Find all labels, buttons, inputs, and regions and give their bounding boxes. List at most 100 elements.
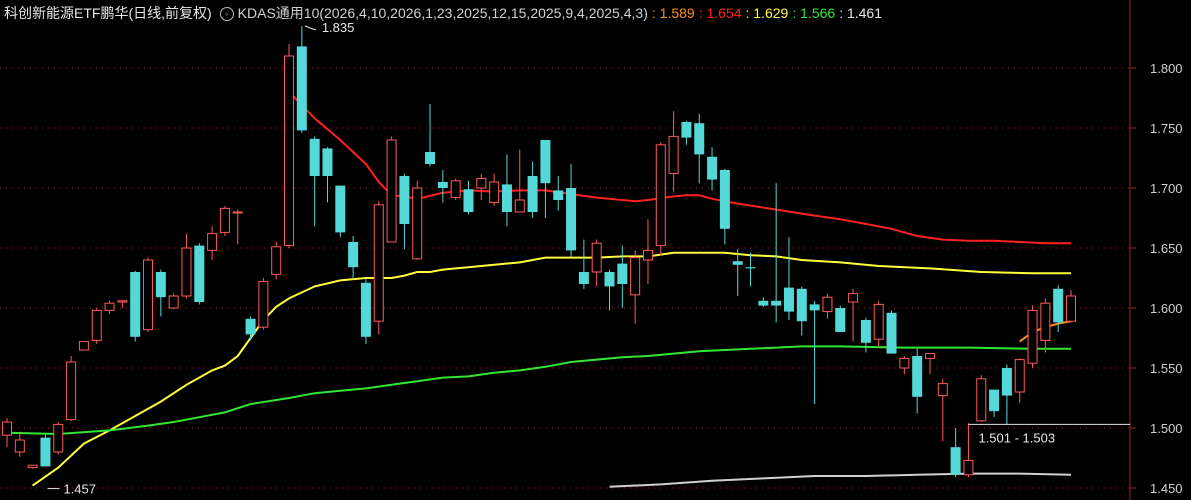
candle-up: [1040, 302, 1051, 341]
indicator-lines: [6, 91, 1072, 488]
candle-up: [91, 309, 102, 341]
candle-down: [553, 190, 564, 200]
candle-up: [232, 211, 243, 214]
y-tick-label: 1.450: [1150, 481, 1183, 496]
indicator-value: : 1.629: [745, 5, 789, 21]
candle-down: [322, 148, 333, 176]
candle-down: [617, 263, 628, 284]
candle-up: [873, 303, 884, 340]
candle-up: [181, 247, 192, 297]
candle-up: [642, 249, 653, 261]
candle-up: [1014, 359, 1025, 393]
price-annotation: 1.457: [63, 482, 96, 497]
candle-up: [386, 139, 397, 243]
candle-up: [117, 300, 128, 303]
candle-down: [694, 123, 705, 155]
y-tick-label: 1.500: [1150, 421, 1183, 436]
candle-up: [822, 296, 833, 313]
candles: [2, 26, 1076, 478]
candle-down: [360, 282, 371, 337]
candle-down: [783, 287, 794, 312]
candle-up: [2, 421, 12, 436]
candle-up: [207, 233, 218, 251]
candle-up: [27, 464, 38, 469]
candle-up: [476, 177, 487, 189]
candle-up: [655, 144, 666, 247]
annotation-arrow: [304, 25, 317, 31]
candle-down: [501, 184, 512, 212]
candle-up: [258, 281, 269, 328]
candle-up: [976, 378, 987, 422]
candlestick-chart[interactable]: 1.8351.4571.501 - 1.503 1.8001.7501.7001…: [0, 0, 1191, 500]
candle-down: [463, 189, 474, 212]
candle-down: [835, 308, 846, 332]
settings-circle-icon[interactable]: ◦: [219, 7, 234, 21]
candle-down: [796, 288, 807, 322]
candle-up: [78, 341, 89, 351]
indicator-value: : 1.589: [651, 5, 695, 21]
candle-up: [53, 423, 64, 453]
candle-down: [950, 447, 961, 475]
candle-down: [399, 176, 410, 224]
candle-up: [514, 199, 525, 213]
candle-down: [719, 170, 730, 229]
y-tick-label: 1.550: [1150, 361, 1183, 376]
candle-down: [912, 356, 923, 397]
candle-up: [924, 353, 935, 359]
candle-down: [809, 304, 820, 311]
candle-down: [989, 389, 1000, 412]
price-grid: [0, 0, 1131, 500]
candle-down: [566, 188, 577, 251]
y-tick-label: 1.800: [1150, 61, 1183, 76]
candle-up: [489, 181, 500, 203]
candle-down: [245, 318, 256, 335]
candle-down: [40, 437, 51, 467]
candle-up: [668, 135, 679, 175]
candle-up: [143, 259, 154, 331]
candle-up: [219, 207, 230, 233]
indicator-value: : 1.566: [792, 5, 836, 21]
candle-up: [450, 180, 461, 199]
candle-down: [348, 242, 359, 268]
candle-up: [168, 295, 179, 309]
candle-up: [14, 439, 25, 453]
indicator-value: : 1.654: [698, 5, 742, 21]
candle-up: [104, 302, 115, 311]
candle-down: [540, 140, 551, 184]
candle-down: [886, 312, 897, 354]
indicator-value: : 1.461: [839, 5, 883, 21]
indicator-label[interactable]: KDAS通用10(2026,4,10,2026,1,23,2025,12,15,…: [238, 5, 648, 21]
y-tick-label: 1.600: [1150, 301, 1183, 316]
candle-down: [130, 272, 141, 337]
candle-up: [373, 204, 384, 322]
y-tick-label: 1.750: [1150, 121, 1183, 136]
candle-up: [963, 459, 974, 476]
candle-down: [707, 156, 718, 180]
candle-down: [758, 300, 769, 306]
candle-down: [296, 46, 307, 131]
candle-down: [309, 138, 320, 176]
candle-down: [437, 182, 448, 188]
indicator-line: [609, 472, 1072, 488]
candle-down: [155, 272, 166, 298]
candle-up: [271, 246, 282, 275]
chart-header: 科创新能源ETF鹏华(日线,前复权) ◦ KDAS通用10(2026,4,10,20…: [4, 3, 890, 23]
candle-down: [681, 122, 692, 138]
chart-title: 科创新能源ETF鹏华(日线,前复权): [4, 5, 212, 21]
candle-up: [1027, 309, 1038, 364]
candle-down: [578, 272, 589, 284]
y-tick-label: 1.650: [1150, 241, 1183, 256]
candle-down: [732, 261, 743, 265]
candle-up: [591, 242, 602, 273]
candle-up: [1066, 295, 1076, 322]
candle-up: [66, 361, 77, 421]
candle-up: [848, 293, 859, 303]
candle-up: [284, 55, 295, 247]
candle-down: [527, 176, 538, 212]
candle-up: [412, 187, 423, 260]
candle-up: [937, 383, 948, 397]
candle-down: [604, 272, 615, 287]
price-annotation: 1.501 - 1.503: [978, 430, 1055, 445]
indicator-line: [6, 345, 1071, 436]
candle-up: [899, 357, 910, 369]
